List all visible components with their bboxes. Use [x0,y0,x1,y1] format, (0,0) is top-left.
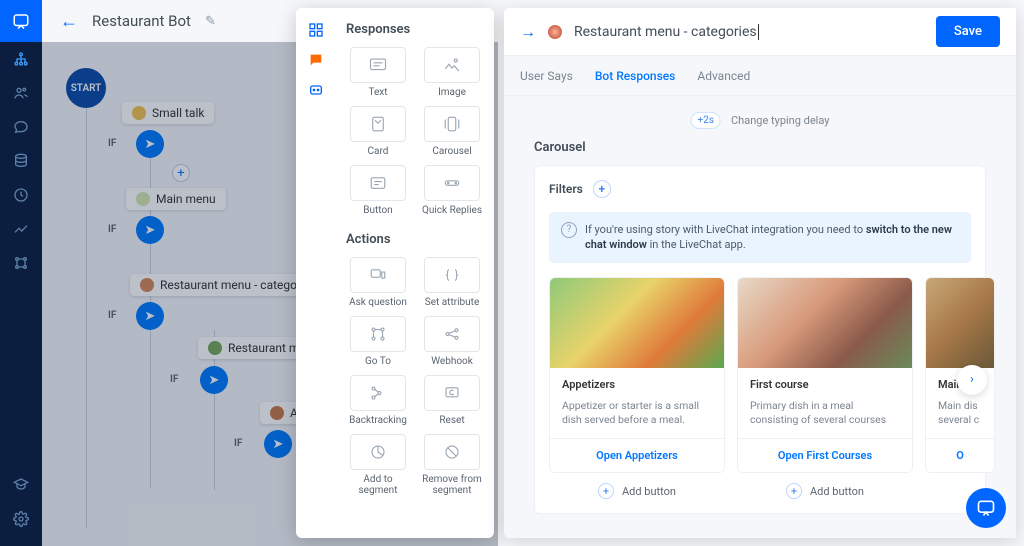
section-title: Carousel [534,140,1016,155]
actions-heading: Actions [346,232,484,247]
editor-tabs: User Says Bot Responses Advanced [504,56,1016,96]
delay-badge: +2s [691,112,721,129]
tile-card[interactable]: Card [346,106,410,157]
carousel-card[interactable]: AppetizersAppetizer or starter is a smal… [549,277,725,473]
editor-body: +2s Change typing delay Carousel Filters… [504,96,1016,538]
card-image [738,278,912,368]
tile-goto[interactable]: Go To [346,316,410,367]
app-logo[interactable] [0,0,42,42]
filters-row: Filters + [549,180,971,198]
node-expand-button[interactable]: ➤ [200,366,228,394]
nav-integrations-icon[interactable] [0,246,42,280]
if-badge: IF [234,438,242,449]
carousel-next-button[interactable]: › [957,365,987,395]
if-badge: IF [108,310,116,321]
help-icon: ? [561,222,577,238]
tile-remove-segment[interactable]: Remove from segment [420,434,484,496]
emoji-icon [140,278,154,292]
tile-backtracking[interactable]: Backtracking [346,375,410,426]
page-title: Restaurant Bot [92,12,191,30]
nav-learn-icon[interactable] [0,468,42,502]
responses-heading: Responses [346,22,484,37]
card-action-button[interactable]: Open Appetizers [550,438,724,472]
start-node[interactable]: START [66,68,106,108]
tile-set-attribute[interactable]: Set attribute [420,257,484,308]
info-banner: ? If you're using story with LiveChat in… [549,212,971,263]
tab-advanced[interactable]: Advanced [697,69,750,83]
delay-label: Change typing delay [731,114,829,127]
tile-ask-question[interactable]: Ask question [346,257,410,308]
palette-rail [296,8,336,538]
nav-database-icon[interactable] [0,144,42,178]
card-image [926,278,994,368]
interaction-editor: → Restaurant menu - categories Save User… [504,8,1016,538]
emoji-icon [270,406,284,420]
chat-fab[interactable] [966,488,1006,528]
tile-reset[interactable]: Reset [420,375,484,426]
app-sidebar [0,0,42,546]
if-badge: IF [170,374,178,385]
node-expand-button[interactable]: ➤ [136,216,164,244]
emoji-icon [208,341,222,355]
nav-structure-icon[interactable] [0,42,42,76]
tile-add-segment[interactable]: Add to segment [346,434,410,496]
tile-quick-replies[interactable]: Quick Replies [420,165,484,216]
add-card-button[interactable]: +Add button [737,483,913,499]
emoji-icon [548,25,562,39]
save-button[interactable]: Save [936,16,1000,47]
node-expand-button[interactable]: ➤ [136,302,164,330]
chat-icon[interactable] [308,52,324,68]
typing-delay-control[interactable]: +2s Change typing delay [691,112,830,129]
nav-analytics-icon[interactable] [0,212,42,246]
tile-text[interactable]: Text [346,47,410,98]
nav-users-icon[interactable] [0,76,42,110]
tile-carousel[interactable]: Carousel [420,106,484,157]
filters-label: Filters [549,182,583,196]
bot-icon[interactable] [308,82,324,98]
tile-button[interactable]: Button [346,165,410,216]
nav-settings-icon[interactable] [0,502,42,536]
add-card-button[interactable]: +Add button [549,483,725,499]
breadcrumb: ← Restaurant Bot ✎ [42,0,216,42]
nav-chat-icon[interactable] [0,110,42,144]
add-branch-button[interactable]: + [172,164,190,182]
node-main-menu[interactable]: Main menu [126,188,226,210]
edit-title-icon[interactable]: ✎ [205,14,216,29]
grid-icon[interactable] [308,22,324,38]
card-action-button[interactable]: Open First Courses [738,438,912,472]
tile-webhook[interactable]: Webhook [420,316,484,367]
back-arrow-icon[interactable]: ← [60,11,78,32]
tab-bot-responses[interactable]: Bot Responses [595,69,676,83]
if-badge: IF [108,224,116,235]
interaction-title[interactable]: Restaurant menu - categories [574,24,759,40]
nav-history-icon[interactable] [0,178,42,212]
carousel-cards: AppetizersAppetizer or starter is a smal… [549,277,971,473]
if-badge: IF [108,138,116,149]
node-small-talk[interactable]: Small talk [122,102,214,124]
collapse-arrow-icon[interactable]: → [520,22,536,42]
add-filter-button[interactable]: + [593,180,611,198]
tile-image[interactable]: Image [420,47,484,98]
editor-header: → Restaurant menu - categories Save [504,8,1016,56]
tab-user-says[interactable]: User Says [520,69,573,83]
card-action-button[interactable]: O [926,438,994,472]
node-expand-button[interactable]: ➤ [136,130,164,158]
responses-palette: Responses Text Image Card Carousel Butto… [296,8,494,538]
card-image [550,278,724,368]
emoji-icon [132,106,146,120]
carousel-block: Filters + ? If you're using story with L… [534,165,986,514]
carousel-card[interactable]: First coursePrimary dish in a meal consi… [737,277,913,473]
emoji-icon [136,192,150,206]
node-expand-button[interactable]: ➤ [264,430,292,458]
